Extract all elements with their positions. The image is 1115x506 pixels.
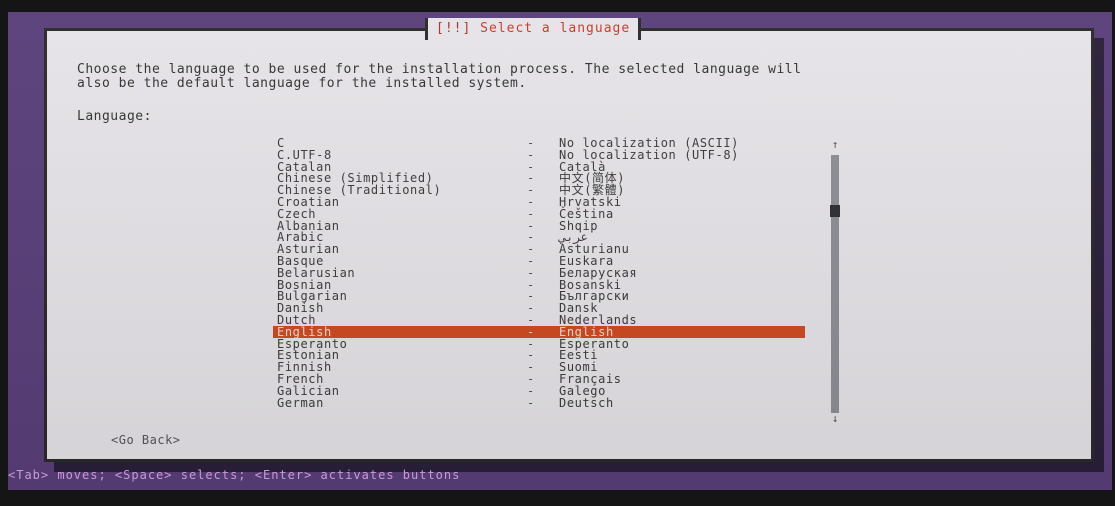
scrollbar-track[interactable] xyxy=(831,155,839,413)
dialog-description: Choose the language to be used for the i… xyxy=(77,62,802,91)
language-list-item[interactable]: German - Deutsch xyxy=(273,397,805,409)
language-list-item[interactable]: Czech - Čeština xyxy=(273,208,805,220)
language-list-item[interactable]: Estonian - Eesti xyxy=(273,349,805,361)
separator-dash: - xyxy=(527,324,535,339)
language-list-item[interactable]: C.UTF-8 - No localization (UTF-8) xyxy=(273,149,805,161)
language-native-name: English xyxy=(559,324,614,339)
language-list-item[interactable]: Albanian - Shqip xyxy=(273,220,805,232)
language-list-item[interactable]: Esperanto - Esperanto xyxy=(273,338,805,350)
keyboard-help-statusbar: <Tab> moves; <Space> selects; <Enter> ac… xyxy=(8,468,461,482)
separator-dash: - xyxy=(527,395,535,410)
select-language-dialog: [!!] Select a language Choose the langua… xyxy=(44,18,1094,462)
language-native-name: No localization (UTF-8) xyxy=(559,147,739,162)
separator-dash: - xyxy=(527,265,535,280)
separator-dash: - xyxy=(527,147,535,162)
language-list-item[interactable]: Finnish - Suomi xyxy=(273,361,805,373)
priority-marker: [!!] xyxy=(436,21,472,36)
language-name: C.UTF-8 xyxy=(277,147,332,162)
scrollbar-thumb[interactable] xyxy=(830,205,840,217)
scroll-up-arrow-icon[interactable]: ↑ xyxy=(829,139,841,151)
dialog-title-text: Select a language xyxy=(480,21,631,36)
language-list-item[interactable]: Croatian - Hrvatski xyxy=(273,196,805,208)
scroll-down-arrow-icon[interactable]: ↓ xyxy=(829,413,841,425)
language-name: German xyxy=(277,395,324,410)
separator-dash: - xyxy=(527,383,535,398)
language-list-item[interactable]: Dutch - Nederlands xyxy=(273,314,805,326)
language-list-item[interactable]: Asturian - Asturianu xyxy=(273,243,805,255)
language-list-item[interactable]: Basque - Euskara xyxy=(273,255,805,267)
language-native-name: Беларуская xyxy=(559,265,638,280)
language-list-item[interactable]: Danish - Dansk xyxy=(273,302,805,314)
language-list-item[interactable]: English - English xyxy=(273,324,805,339)
language-name: Czech xyxy=(277,206,317,221)
language-list[interactable]: C - No localization (ASCII) C.UTF-8- No loca… xyxy=(273,137,813,421)
language-list-item[interactable]: Bosnian - Bosanski xyxy=(273,279,805,291)
language-name: Belarusian xyxy=(277,265,356,280)
go-back-button[interactable]: <Go Back> xyxy=(111,433,181,447)
language-native-name: Čeština xyxy=(559,206,614,221)
separator-dash: - xyxy=(527,206,535,221)
language-list-item[interactable]: Arabic - عربي xyxy=(273,231,805,243)
language-label: Language: xyxy=(77,109,152,124)
language-list-scrollbar[interactable]: ↑ ↓ xyxy=(829,139,841,425)
language-list-item[interactable]: French - Français xyxy=(273,373,805,385)
language-native-name: Deutsch xyxy=(559,395,614,410)
language-list-item[interactable]: Chinese (Traditional) - 中文(繁體) xyxy=(273,184,805,196)
dialog-title: [!!] Select a language xyxy=(425,18,642,40)
language-list-item[interactable]: Bulgarian - Български xyxy=(273,290,805,302)
language-name: Galician xyxy=(277,383,340,398)
language-native-name: Galego xyxy=(559,383,606,398)
language-list-item[interactable]: Galician - Galego xyxy=(273,385,805,397)
installer-screen: [!!] Select a language Choose the langua… xyxy=(8,12,1112,490)
language-list-item[interactable]: Belarusian - Беларуская xyxy=(273,267,805,279)
language-name: English xyxy=(277,324,332,339)
